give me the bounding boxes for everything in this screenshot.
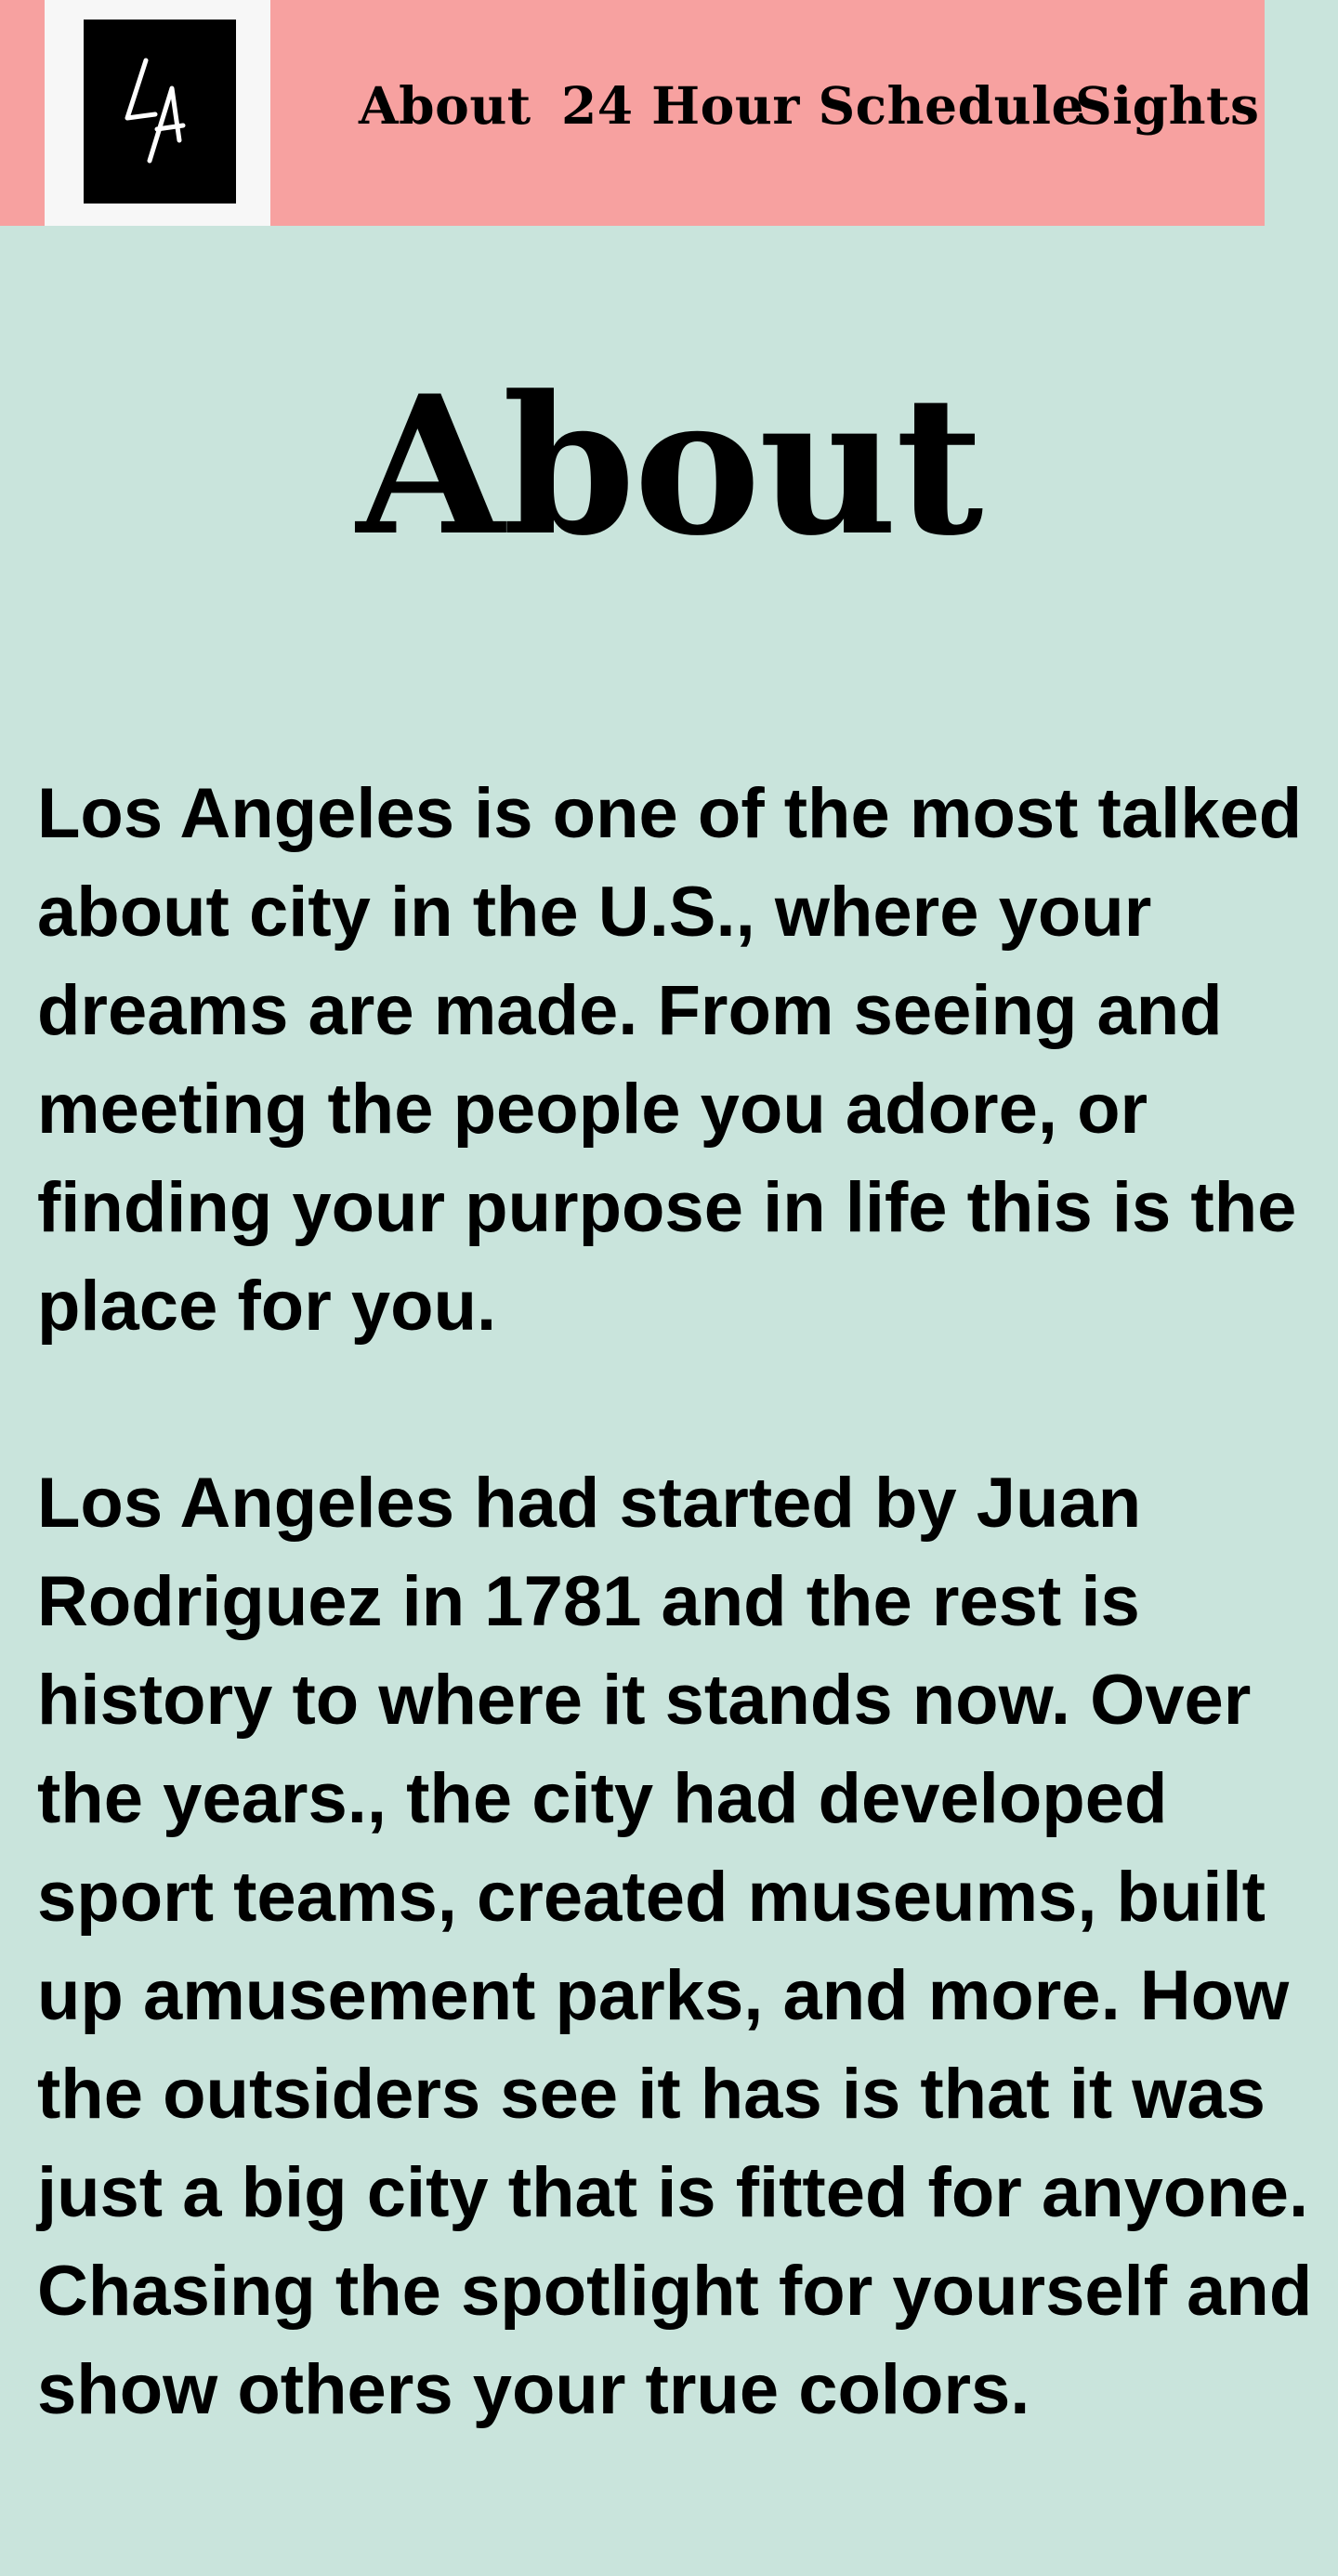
nav-link-about[interactable]: About <box>359 0 531 210</box>
about-section: Los Angeles is one of the most talked ab… <box>37 765 1324 2439</box>
site-header: About 24 Hour Schedule Sights <box>0 0 1265 226</box>
about-paragraph-history: Los Angeles had started by Juan Rodrigue… <box>37 1464 1313 2429</box>
la-logo-glyph <box>125 58 186 164</box>
about-paragraph-intro: Los Angeles is one of the most talked ab… <box>37 774 1303 1346</box>
page-title: About <box>356 355 984 578</box>
nav-link-24-hour-schedule[interactable]: 24 Hour Schedule <box>561 0 1084 210</box>
la-logo-icon <box>84 20 236 204</box>
logo-link[interactable] <box>45 0 270 226</box>
nav-link-sights[interactable]: Sights <box>1075 0 1259 210</box>
